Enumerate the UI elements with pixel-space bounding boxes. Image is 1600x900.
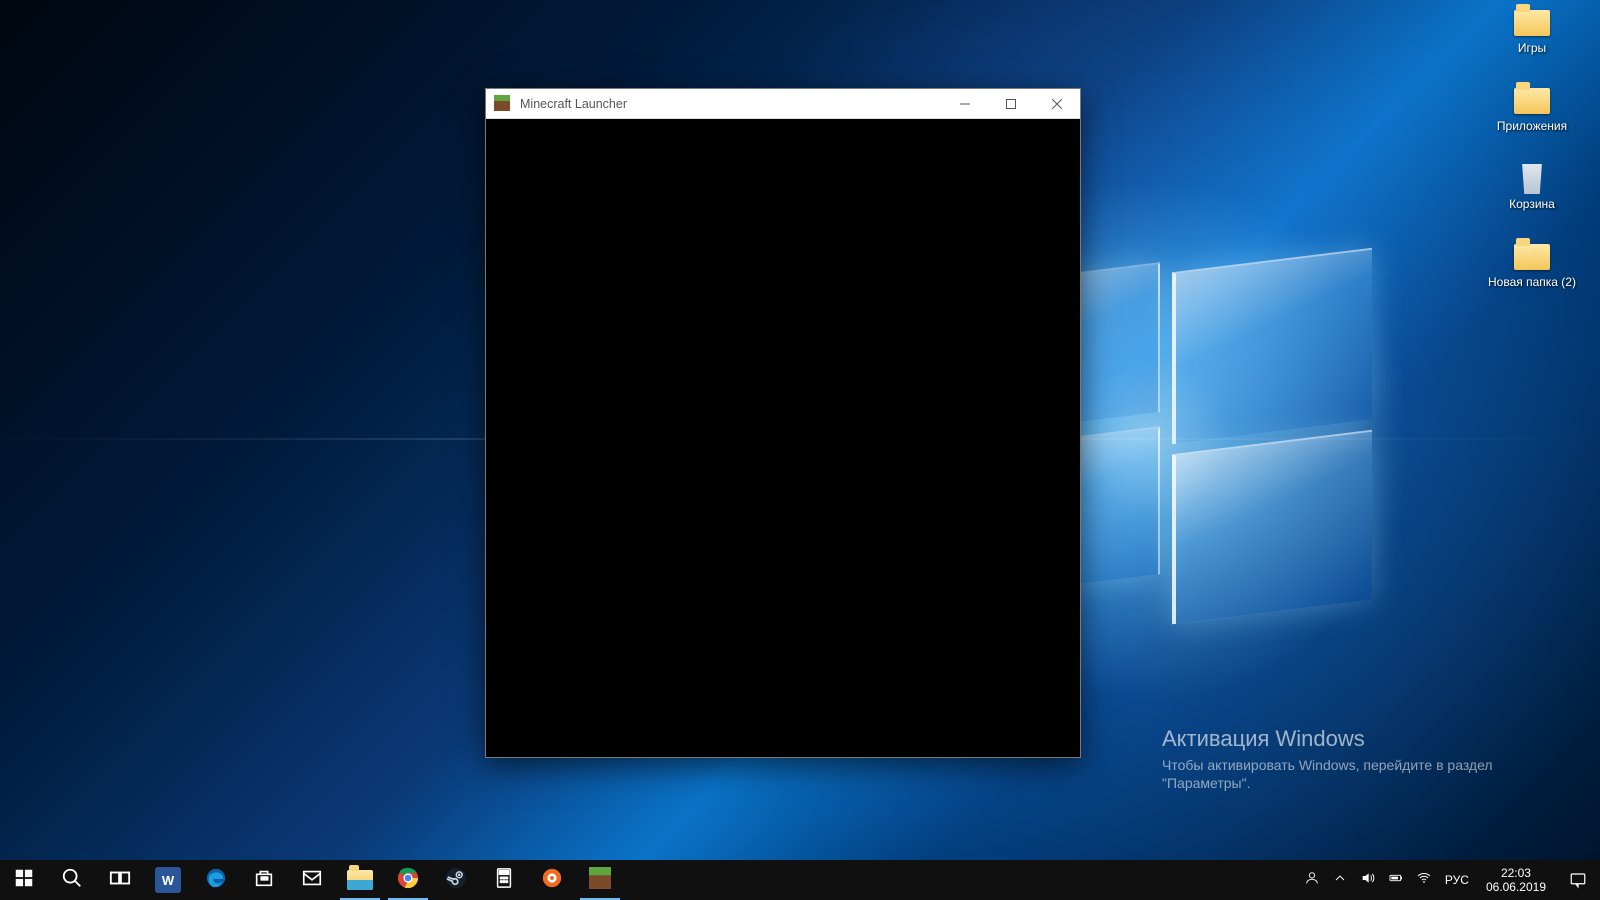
desktop-background: Игры Приложения Корзина Новая папка (2) … <box>0 0 1600 900</box>
minecraft-taskbar[interactable] <box>576 860 624 900</box>
taskview-icon <box>109 867 131 894</box>
orange-icon <box>541 867 563 894</box>
start-icon <box>13 867 35 894</box>
steam-taskbar[interactable] <box>432 860 480 900</box>
desktop-icon-label: Новая папка (2) <box>1486 274 1578 290</box>
mail-taskbar[interactable] <box>288 860 336 900</box>
minimize-button[interactable] <box>942 89 988 119</box>
chrome-icon <box>397 867 419 894</box>
battery-icon <box>1388 870 1404 891</box>
system-tray: РУС 22:03 06.06.2019 <box>1298 860 1600 900</box>
people-tray-icon[interactable] <box>1298 860 1326 900</box>
chevron-up-tray-icon[interactable] <box>1326 860 1354 900</box>
taskbar-clock[interactable]: 22:03 06.06.2019 <box>1476 860 1556 900</box>
action-center-button[interactable] <box>1556 871 1600 889</box>
activation-body: Чтобы активировать Windows, перейдите в … <box>1162 756 1582 792</box>
wifi-tray-icon[interactable] <box>1410 860 1438 900</box>
taskbar: W РУС 22:03 06 <box>0 860 1600 900</box>
mail-icon <box>301 867 323 894</box>
window-titlebar[interactable]: Minecraft Launcher <box>486 89 1080 119</box>
folder-icon <box>1512 240 1552 274</box>
edge-icon <box>205 867 227 894</box>
close-button[interactable] <box>1034 89 1080 119</box>
recycle-bin[interactable]: Корзина <box>1472 158 1592 236</box>
window-client-area <box>487 120 1079 756</box>
steam-icon <box>445 867 467 894</box>
calculator-taskbar[interactable] <box>480 860 528 900</box>
clock-time: 22:03 <box>1486 866 1546 880</box>
window-title: Minecraft Launcher <box>520 97 627 111</box>
word-taskbar[interactable]: W <box>144 860 192 900</box>
minecraft-icon <box>589 867 611 894</box>
folder-icon <box>1512 6 1552 40</box>
volume-tray-icon[interactable] <box>1354 860 1382 900</box>
start-button[interactable] <box>0 860 48 900</box>
maximize-button[interactable] <box>988 89 1034 119</box>
people-icon <box>1304 870 1320 891</box>
search-icon <box>61 867 83 894</box>
explorer-taskbar[interactable] <box>336 860 384 900</box>
minecraft-icon <box>494 95 512 113</box>
app-orange-taskbar[interactable] <box>528 860 576 900</box>
minecraft-launcher-window[interactable]: Minecraft Launcher <box>485 88 1081 758</box>
battery-tray-icon[interactable] <box>1382 860 1410 900</box>
wifi-icon <box>1416 870 1432 891</box>
input-language-button[interactable]: РУС <box>1438 860 1476 900</box>
desktop-icon-label: Приложения <box>1495 118 1569 134</box>
folder-icon <box>1512 84 1552 118</box>
edge-taskbar[interactable] <box>192 860 240 900</box>
games-folder[interactable]: Игры <box>1472 2 1592 80</box>
desktop-icon-label: Игры <box>1516 40 1548 56</box>
activation-title: Активация Windows <box>1162 726 1582 752</box>
new-folder-2[interactable]: Новая папка (2) <box>1472 236 1592 314</box>
chrome-taskbar[interactable] <box>384 860 432 900</box>
chevron-icon <box>1332 870 1348 891</box>
volume-icon <box>1360 870 1376 891</box>
desktop-icon-label: Корзина <box>1507 196 1557 212</box>
calc-icon <box>493 867 515 894</box>
word-icon: W <box>155 867 181 893</box>
explorer-icon <box>347 870 373 890</box>
store-taskbar[interactable] <box>240 860 288 900</box>
task-view-button[interactable] <box>96 860 144 900</box>
search-button[interactable] <box>48 860 96 900</box>
windows-activation-watermark: Активация Windows Чтобы активировать Win… <box>1162 726 1582 792</box>
store-icon <box>253 867 275 894</box>
bin-icon <box>1512 162 1552 196</box>
clock-date: 06.06.2019 <box>1486 880 1546 894</box>
apps-folder[interactable]: Приложения <box>1472 80 1592 158</box>
